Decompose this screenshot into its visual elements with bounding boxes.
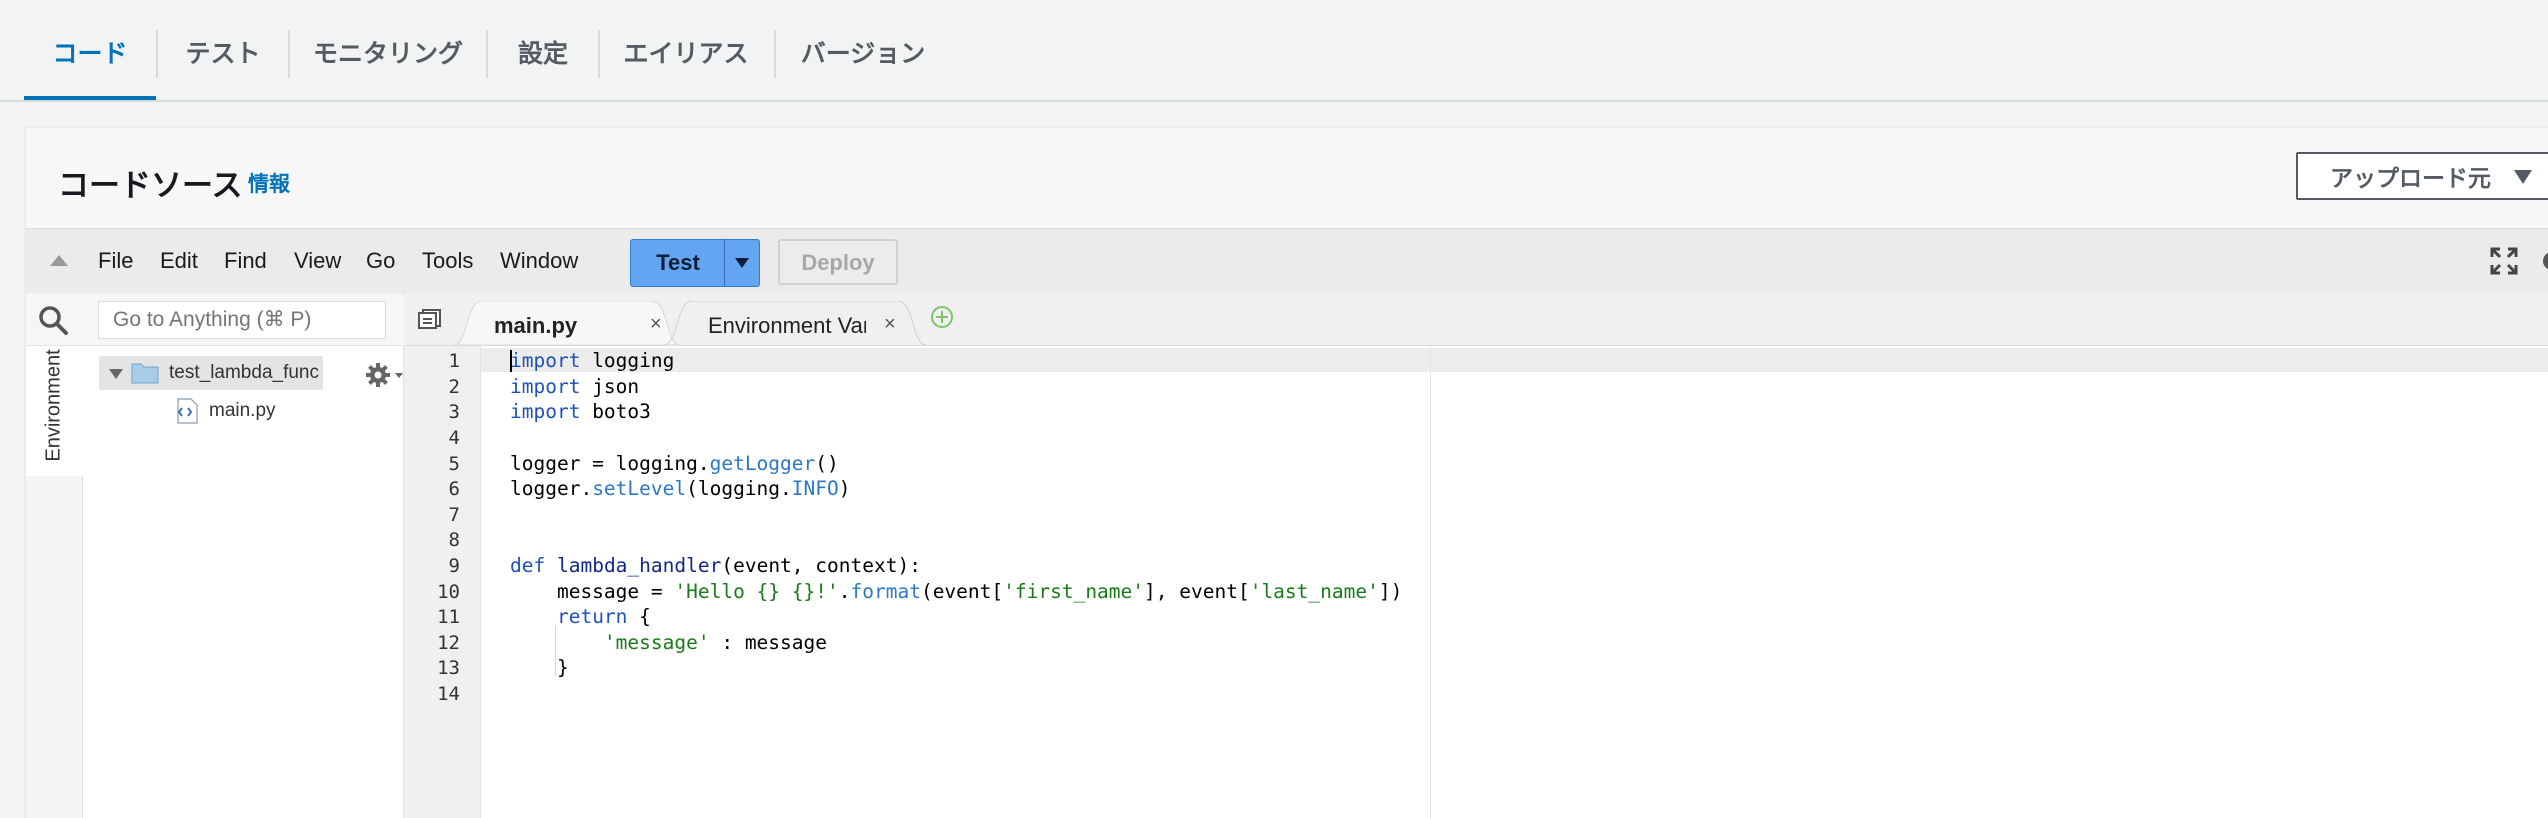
- close-icon[interactable]: ×: [650, 313, 662, 336]
- menu-edit[interactable]: Edit: [160, 229, 198, 293]
- editor-tab-main-py[interactable]: main.py ×: [454, 301, 680, 345]
- folder-name: test_lambda_function: [169, 362, 319, 383]
- folder-icon: [131, 363, 159, 384]
- code-line-13: }: [510, 656, 569, 679]
- file-tree: test_lambda_function main.py: [83, 346, 404, 818]
- line-number: 4: [448, 427, 460, 449]
- expand-arrow-icon[interactable]: [109, 369, 123, 379]
- close-icon[interactable]: ×: [884, 313, 896, 336]
- tab-aliases[interactable]: エイリアス: [610, 0, 762, 100]
- panel-header: コードソース 情報 アップロード元: [26, 128, 2548, 228]
- code-line-5: logger = logging.getLogger(): [510, 452, 839, 475]
- line-number: 8: [448, 529, 460, 551]
- search-icon[interactable]: [38, 305, 68, 335]
- menu-file[interactable]: File: [98, 229, 133, 293]
- goto-anything-bar: [26, 293, 402, 346]
- line-number: 6: [448, 478, 460, 500]
- code-source-panel: コードソース 情報 アップロード元 File Edit Find View Go…: [24, 126, 2548, 818]
- editor-tab-label: main.py: [494, 313, 578, 338]
- file-name: main.py: [209, 400, 276, 421]
- code-line-6: logger.setLevel(logging.INFO): [510, 477, 851, 500]
- tab-code[interactable]: コード: [24, 0, 156, 100]
- code-line-11: return {: [556, 605, 651, 628]
- menu-window[interactable]: Window: [500, 229, 578, 293]
- line-number: 12: [437, 632, 460, 654]
- test-dropdown-button[interactable]: [724, 239, 760, 287]
- upload-from-button[interactable]: アップロード元: [2296, 152, 2548, 200]
- upload-from-label: アップロード元: [2330, 165, 2491, 191]
- code-line-9: def lambda_handler(event, context):: [510, 554, 921, 577]
- tab-settings[interactable]: 設定: [498, 0, 588, 100]
- info-link[interactable]: 情報: [248, 168, 290, 198]
- caret-down-icon: [2514, 170, 2532, 184]
- line-number: 1: [448, 350, 460, 372]
- test-button[interactable]: Test: [630, 239, 726, 287]
- line-number: 2: [448, 376, 460, 398]
- function-tab-bar: コード テスト モニタリング 設定 エイリアス バージョン: [0, 0, 2548, 102]
- line-number: 5: [448, 453, 460, 475]
- line-number-gutter: 1 2 3 4 5 6 7 8 9 10 11 12 13 14: [404, 346, 481, 818]
- tab-divider: [486, 30, 488, 78]
- goto-anything-input[interactable]: [98, 301, 386, 339]
- tab-divider: [156, 30, 158, 78]
- tree-folder-item[interactable]: test_lambda_function: [99, 356, 323, 390]
- menu-go[interactable]: Go: [366, 229, 395, 293]
- side-tab-environment[interactable]: Environment: [26, 346, 83, 476]
- line-number: 11: [437, 606, 460, 628]
- editor-tab-environment-variables[interactable]: Environment Vari ×: [664, 301, 926, 345]
- line-number: 9: [448, 555, 460, 577]
- tab-versions[interactable]: バージョン: [786, 0, 940, 100]
- tree-settings-gear-icon[interactable]: [365, 360, 405, 390]
- line-number: 13: [437, 657, 460, 679]
- caret-down-icon: [735, 258, 749, 268]
- print-margin-line: [1430, 346, 1431, 818]
- code-line-3: import boto3: [510, 400, 651, 423]
- python-file-icon: [177, 398, 198, 424]
- tab-monitoring[interactable]: モニタリング: [300, 0, 476, 100]
- line-number: 7: [448, 504, 460, 526]
- panel-title: コードソース: [58, 168, 243, 203]
- tab-divider: [774, 30, 776, 78]
- collapse-up-icon[interactable]: [50, 255, 68, 266]
- editor-tab-label: Environment Vari: [708, 313, 866, 338]
- settings-gear-icon[interactable]: [2536, 247, 2548, 275]
- code-line-12: 'message' : message: [603, 631, 827, 654]
- code-line-10: message = 'Hello {} {}!'.format(event['f…: [510, 580, 1403, 603]
- tab-divider: [598, 30, 600, 78]
- menu-find[interactable]: Find: [224, 229, 267, 293]
- line-number: 3: [448, 401, 460, 423]
- menu-tools[interactable]: Tools: [422, 229, 473, 293]
- code-line-2: import json: [510, 375, 640, 398]
- side-tab-label: Environment: [42, 349, 65, 462]
- tab-divider: [288, 30, 290, 78]
- line-number: 10: [437, 581, 460, 603]
- code-line-1: import logging: [510, 349, 675, 372]
- fullscreen-icon[interactable]: [2490, 247, 2518, 275]
- code-editor[interactable]: 1 2 3 4 5 6 7 8 9 10 11 12 13 14 import …: [404, 346, 2548, 818]
- menu-view[interactable]: View: [294, 229, 341, 293]
- ide-menubar: File Edit Find View Go Tools Window Test…: [26, 228, 2548, 294]
- add-tab-icon[interactable]: [930, 305, 954, 329]
- side-tab-strip: Environment: [26, 346, 83, 818]
- deploy-button[interactable]: Deploy: [778, 239, 898, 285]
- tab-list-icon[interactable]: [418, 309, 442, 329]
- active-line-highlight: [480, 348, 2548, 372]
- tab-test[interactable]: テスト: [168, 0, 278, 100]
- editor-tab-bar: main.py × Environment Vari ×: [404, 293, 2548, 346]
- line-number: 14: [437, 683, 460, 705]
